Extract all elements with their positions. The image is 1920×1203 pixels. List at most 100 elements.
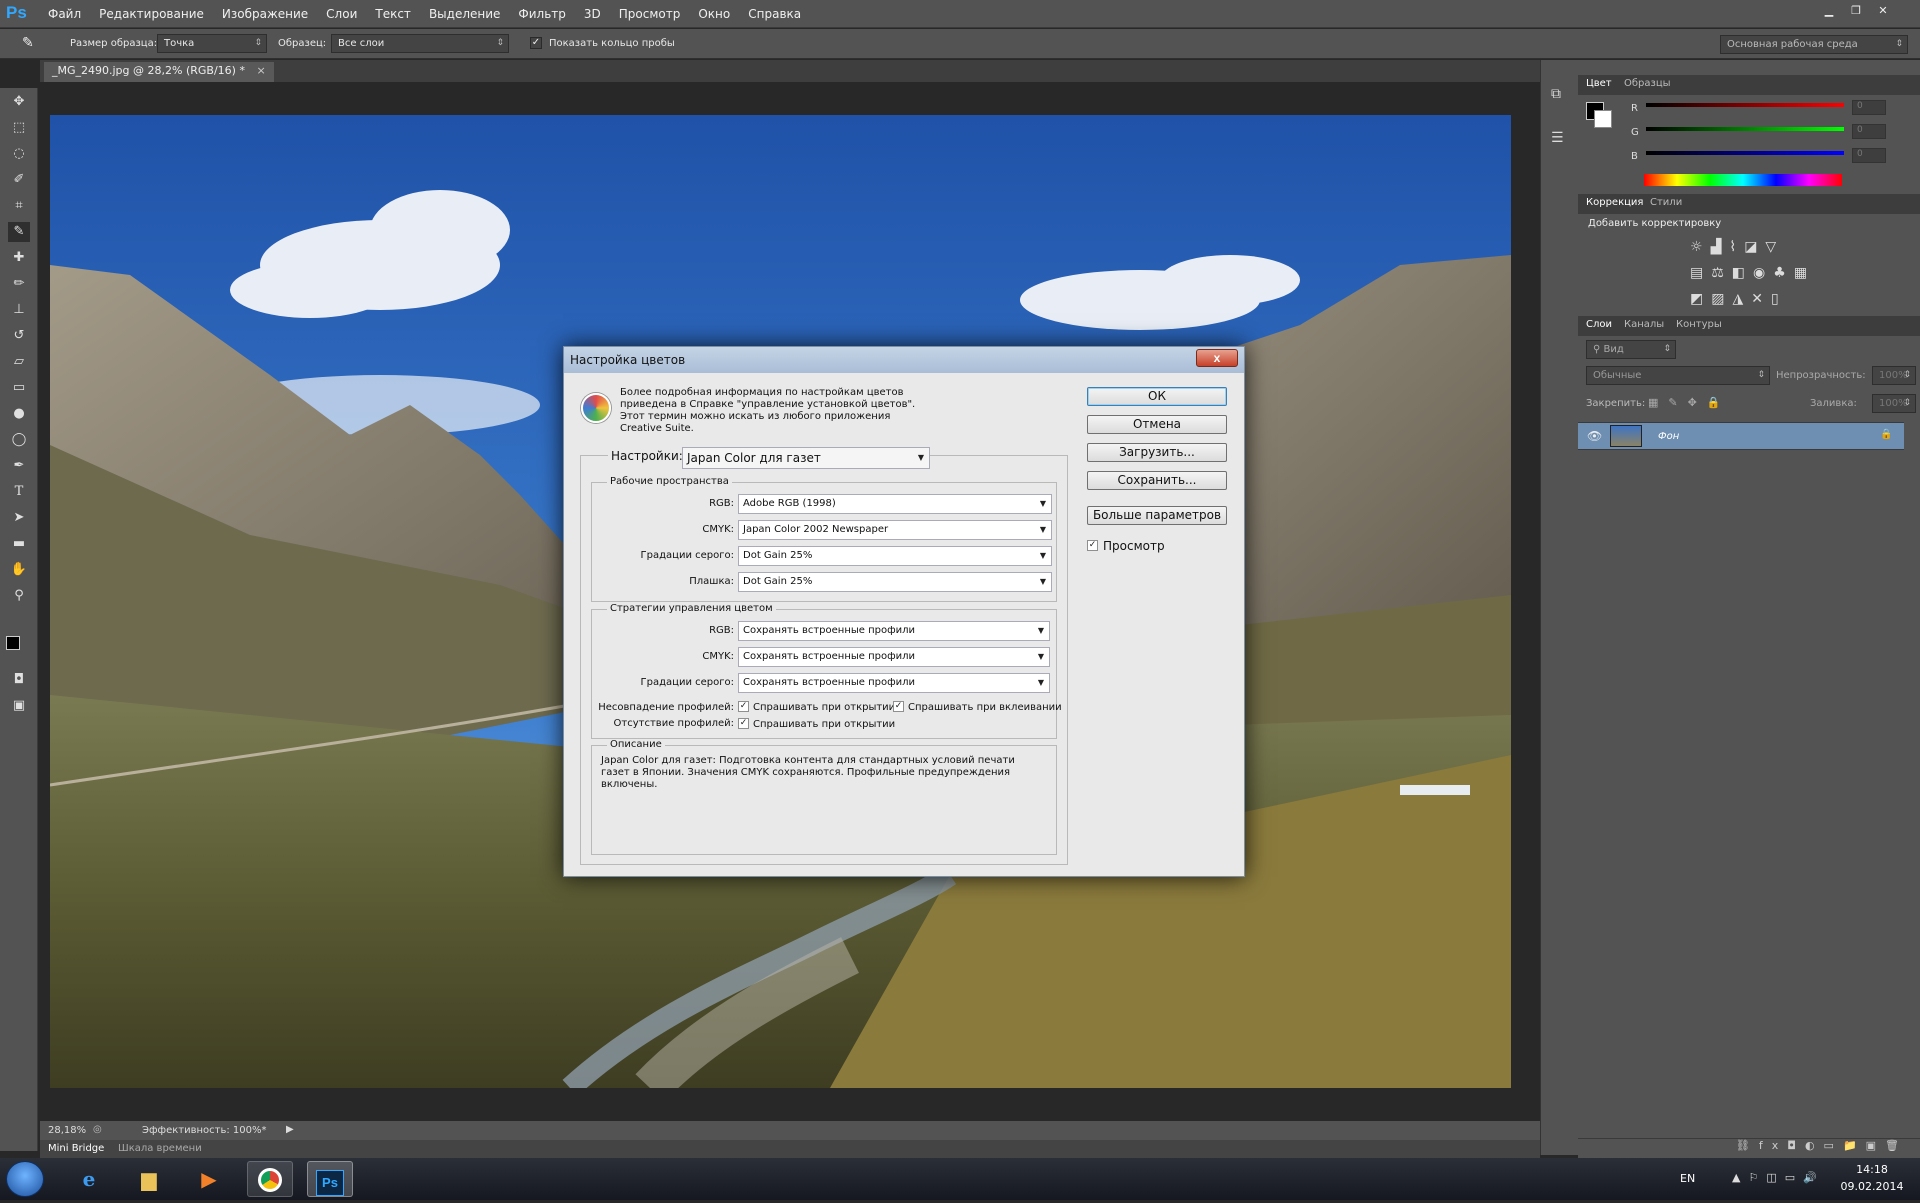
path-select-tool-icon[interactable]: ➤ [8, 508, 30, 528]
eraser-tool-icon[interactable]: ▱ [8, 352, 30, 372]
blue-value[interactable]: 0 [1852, 148, 1886, 163]
gradient-map-icon[interactable]: ▯ [1771, 291, 1787, 307]
brightness-icon[interactable]: ☼ [1690, 239, 1711, 255]
history-panel-icon[interactable]: ⧉ [1551, 86, 1561, 102]
tab-adjustments[interactable]: Коррекция [1586, 197, 1643, 208]
curves-icon[interactable]: ⌇ [1729, 239, 1744, 255]
menu-view[interactable]: Просмотр [619, 7, 681, 21]
ws-rgb-select[interactable]: Adobe RGB (1998) ▼ [738, 494, 1052, 514]
channel-mixer-icon[interactable]: ♣ [1773, 265, 1794, 281]
menu-window[interactable]: Окно [698, 7, 730, 21]
minimize-icon[interactable]: ▁ [1818, 3, 1840, 19]
load-button[interactable]: Загрузить... [1087, 443, 1227, 462]
menu-image[interactable]: Изображение [222, 7, 308, 21]
invert-icon[interactable]: ◩ [1690, 291, 1711, 307]
crop-tool-icon[interactable]: ⌗ [8, 196, 30, 216]
tray-icons[interactable]: ▲⚐◫▭🔊 [1732, 1171, 1825, 1184]
black-white-icon[interactable]: ◧ [1732, 265, 1753, 281]
close-tab-icon[interactable]: × [256, 64, 265, 77]
posterize-icon[interactable]: ▨ [1711, 291, 1732, 307]
properties-panel-icon[interactable]: ☰ [1551, 130, 1564, 146]
screen-mode-icon[interactable]: ▣ [8, 696, 30, 716]
exposure-icon[interactable]: ◪ [1744, 239, 1765, 255]
status-info-icon[interactable]: ◎ [93, 1124, 102, 1135]
color-lookup-icon[interactable]: ▦ [1794, 265, 1815, 281]
explorer-folder-icon[interactable]: ▆ [126, 1161, 172, 1197]
history-brush-tool-icon[interactable]: ↺ [8, 326, 30, 346]
eyedropper-icon[interactable]: ✎ [22, 35, 34, 51]
more-options-button[interactable]: Больше параметров [1087, 506, 1227, 525]
show-ring-checkbox[interactable]: ✓ [530, 37, 542, 49]
restore-icon[interactable]: ❐ [1845, 3, 1867, 19]
color-balance-icon[interactable]: ⚖ [1711, 265, 1732, 281]
background-color-swatch[interactable] [1594, 110, 1612, 128]
layer-row[interactable]: 👁 Фон 🔒 [1578, 422, 1904, 450]
photo-filter-icon[interactable]: ◉ [1753, 265, 1773, 281]
color-spectrum-bar[interactable] [1644, 174, 1842, 186]
tab-styles[interactable]: Стили [1650, 197, 1682, 208]
ws-spot-select[interactable]: Dot Gain 25% ▼ [738, 572, 1052, 592]
tab-channels[interactable]: Каналы [1624, 319, 1664, 330]
cancel-button[interactable]: Отмена [1087, 415, 1227, 434]
eyedropper-tool-icon[interactable]: ✎ [8, 222, 30, 242]
tab-swatches[interactable]: Образцы [1624, 78, 1671, 89]
policy-gray-select[interactable]: Сохранять встроенные профили ▼ [738, 673, 1050, 693]
tab-paths[interactable]: Контуры [1676, 319, 1722, 330]
photoshop-taskbar-icon[interactable]: Ps [307, 1161, 353, 1197]
menu-3d[interactable]: 3D [584, 7, 601, 21]
shape-tool-icon[interactable]: ▬ [8, 534, 30, 554]
opacity-input[interactable]: 100% [1872, 366, 1916, 385]
close-window-icon[interactable]: ✕ [1872, 3, 1894, 19]
menu-file[interactable]: Файл [48, 7, 81, 21]
ws-cmyk-select[interactable]: Japan Color 2002 Newspaper ▼ [738, 520, 1052, 540]
document-tab[interactable]: _MG_2490.jpg @ 28,2% (RGB/16) * × [44, 62, 274, 82]
menu-text[interactable]: Текст [375, 7, 411, 21]
menu-edit[interactable]: Редактирование [99, 7, 204, 21]
zoom-level[interactable]: 28,18% [48, 1125, 86, 1136]
marquee-tool-icon[interactable]: ⬚ [8, 118, 30, 138]
tab-mini-bridge[interactable]: Mini Bridge [48, 1143, 104, 1154]
blue-slider[interactable] [1646, 151, 1844, 155]
gradient-tool-icon[interactable]: ▭ [8, 378, 30, 398]
hue-saturation-icon[interactable]: ▤ [1690, 265, 1711, 281]
menu-filter[interactable]: Фильтр [518, 7, 565, 21]
tab-timeline[interactable]: Шкала времени [118, 1143, 202, 1154]
language-indicator[interactable]: EN [1680, 1172, 1695, 1185]
red-slider[interactable] [1646, 103, 1844, 107]
ok-button[interactable]: ОК [1087, 387, 1227, 406]
move-tool-icon[interactable]: ✥ [8, 92, 30, 112]
fill-input[interactable]: 100% [1872, 394, 1916, 413]
blend-mode-select[interactable]: Обычные [1586, 366, 1770, 385]
healing-tool-icon[interactable]: ✚ [8, 248, 30, 268]
hand-tool-icon[interactable]: ✋ [8, 560, 30, 580]
policy-rgb-select[interactable]: Сохранять встроенные профили ▼ [738, 621, 1050, 641]
threshold-icon[interactable]: ◮ [1732, 291, 1751, 307]
internet-explorer-icon[interactable]: e [66, 1161, 112, 1197]
menu-help[interactable]: Справка [748, 7, 801, 21]
green-value[interactable]: 0 [1852, 124, 1886, 139]
layer-name[interactable]: Фон [1658, 431, 1679, 442]
red-value[interactable]: 0 [1852, 100, 1886, 115]
eye-icon[interactable]: 👁 [1587, 429, 1602, 443]
lasso-tool-icon[interactable]: ◌ [8, 144, 30, 164]
sample-size-select[interactable]: Точка [157, 34, 267, 53]
tab-layers[interactable]: Слои [1586, 319, 1612, 330]
pen-tool-icon[interactable]: ✒ [8, 456, 30, 476]
blur-tool-icon[interactable]: ● [8, 404, 30, 424]
chrome-icon[interactable] [247, 1161, 293, 1197]
workspace-select[interactable]: Основная рабочая среда [1720, 35, 1908, 54]
menu-select[interactable]: Выделение [429, 7, 500, 21]
layer-filter-select[interactable]: ⚲ Вид [1586, 340, 1676, 359]
selective-color-icon[interactable]: ✕ [1751, 291, 1771, 307]
zoom-tool-icon[interactable]: ⚲ [8, 586, 30, 606]
stamp-tool-icon[interactable]: ⊥ [8, 300, 30, 320]
ws-gray-select[interactable]: Dot Gain 25% ▼ [738, 546, 1052, 566]
quick-select-tool-icon[interactable]: ✐ [8, 170, 30, 190]
sample-select[interactable]: Все слои [331, 34, 509, 53]
start-button[interactable] [6, 1161, 44, 1197]
status-menu-arrow-icon[interactable]: ▶ [286, 1124, 294, 1135]
ask-paste-checkbox[interactable]: ✓ [893, 701, 904, 712]
tab-color[interactable]: Цвет [1586, 78, 1612, 89]
quick-mask-icon[interactable]: ◘ [8, 670, 30, 690]
preview-checkbox[interactable]: ✓ [1087, 540, 1098, 551]
